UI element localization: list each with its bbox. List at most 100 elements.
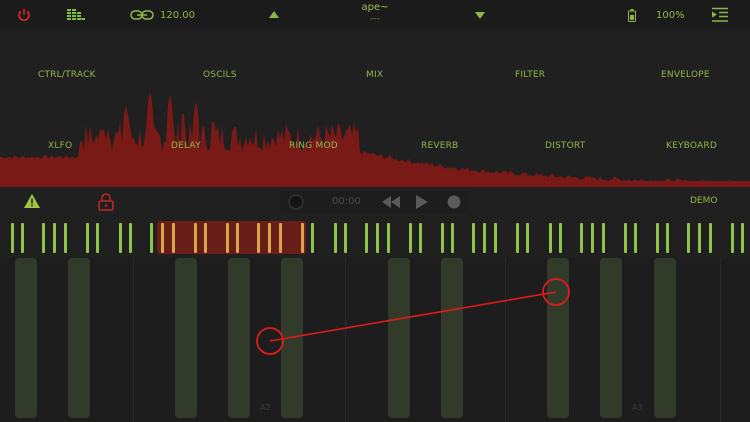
mini-key [472,223,475,253]
mini-key [226,223,229,253]
triangle-down-icon [475,12,485,19]
waveform-baseline [0,181,750,187]
synth-app: 120.00 ape~ --- 100% CTRL/TRACK OSCILS M… [0,0,750,422]
mini-key [634,223,637,253]
battery-level: 100% [656,9,685,21]
mini-key [409,223,412,253]
mini-key [549,223,552,253]
loop-button[interactable] [286,192,306,212]
mini-key [172,223,175,253]
keyboard-range-selection[interactable] [157,221,306,254]
tempo-value[interactable]: 120.00 [160,0,195,30]
mini-key [709,223,712,253]
black-key[interactable] [281,258,303,418]
mini-key [86,223,89,253]
mini-key [42,223,45,253]
black-key[interactable] [600,258,622,418]
mini-key [161,223,164,253]
mini-key [365,223,368,253]
mini-key [441,223,444,253]
preset-next-button[interactable] [472,0,488,30]
menu-xlfo[interactable]: XLFO [48,141,72,151]
white-key-divider [133,258,134,422]
preset-display[interactable]: ape~ --- [325,2,425,24]
menu-delay[interactable]: DELAY [171,141,201,151]
white-key-divider [345,258,346,422]
mini-key [194,223,197,253]
menu-ctrl-track[interactable]: CTRL/TRACK [38,70,96,80]
menu-envelope[interactable]: ENVELOPE [661,70,710,80]
rewind-button[interactable] [381,192,401,212]
key-label-a3: A3 [632,403,643,412]
link-icon [130,10,154,20]
mini-key [516,223,519,253]
mini-key [301,223,304,253]
mini-key [311,223,314,253]
mini-key [236,223,239,253]
level-meter-icon [67,9,85,20]
lock-icon [98,193,114,211]
mini-key [96,223,99,253]
menu-keyboard[interactable]: KEYBOARD [666,141,717,151]
play-icon [416,195,428,209]
mini-key [741,223,744,253]
triangle-up-icon [269,11,279,18]
mini-key [451,223,454,253]
mini-key [656,223,659,253]
mini-key [64,223,67,253]
preset-prev-button[interactable] [266,0,282,30]
keyboard-range-navigator[interactable] [0,220,750,256]
mini-key [344,223,347,253]
menu-mix[interactable]: MIX [366,70,383,80]
play-button[interactable] [413,192,431,212]
black-key[interactable] [654,258,676,418]
piano-keyboard[interactable] [0,258,750,422]
mini-key [268,223,271,253]
black-key[interactable] [388,258,410,418]
demo-button[interactable]: DEMO [690,196,717,206]
warning-button[interactable] [20,190,44,212]
menu-ring-mod[interactable]: RING MOD [289,141,338,151]
black-key[interactable] [228,258,250,418]
menu-oscils[interactable]: OSCILS [203,70,237,80]
mini-key [257,223,260,253]
black-key[interactable] [15,258,37,418]
menu-reverb[interactable]: REVERB [421,141,458,151]
mini-key [53,223,56,253]
record-icon [447,195,461,209]
warning-icon [24,194,40,208]
mini-key [687,223,690,253]
rewind-icon [382,196,400,208]
mini-key [279,223,282,253]
mini-key [419,223,422,253]
mini-key [591,223,594,253]
menu-indent-icon [712,7,728,22]
battery-indicator [624,0,640,30]
sync-link-button[interactable] [128,0,156,30]
mini-key [559,223,562,253]
mini-key [334,223,337,253]
mini-key [580,223,583,253]
mini-key [119,223,122,253]
key-label-a2: A2 [260,403,271,412]
black-key[interactable] [547,258,569,418]
power-button[interactable] [12,0,36,30]
lock-button[interactable] [94,190,118,214]
time-display: 00:00 [332,196,361,207]
mini-key [387,223,390,253]
preset-sub: --- [370,14,380,24]
mini-key [11,223,14,253]
black-key[interactable] [441,258,463,418]
mini-key [698,223,701,253]
record-button[interactable] [444,192,464,212]
mini-key [129,223,132,253]
menu-distort[interactable]: DISTORT [545,141,585,151]
black-key[interactable] [68,258,90,418]
menu-button[interactable] [708,0,732,30]
white-key-divider [505,258,506,422]
level-meter-button[interactable] [64,0,88,30]
black-key[interactable] [175,258,197,418]
menu-filter[interactable]: FILTER [515,70,545,80]
white-key-divider [720,258,721,422]
battery-icon [628,8,636,22]
